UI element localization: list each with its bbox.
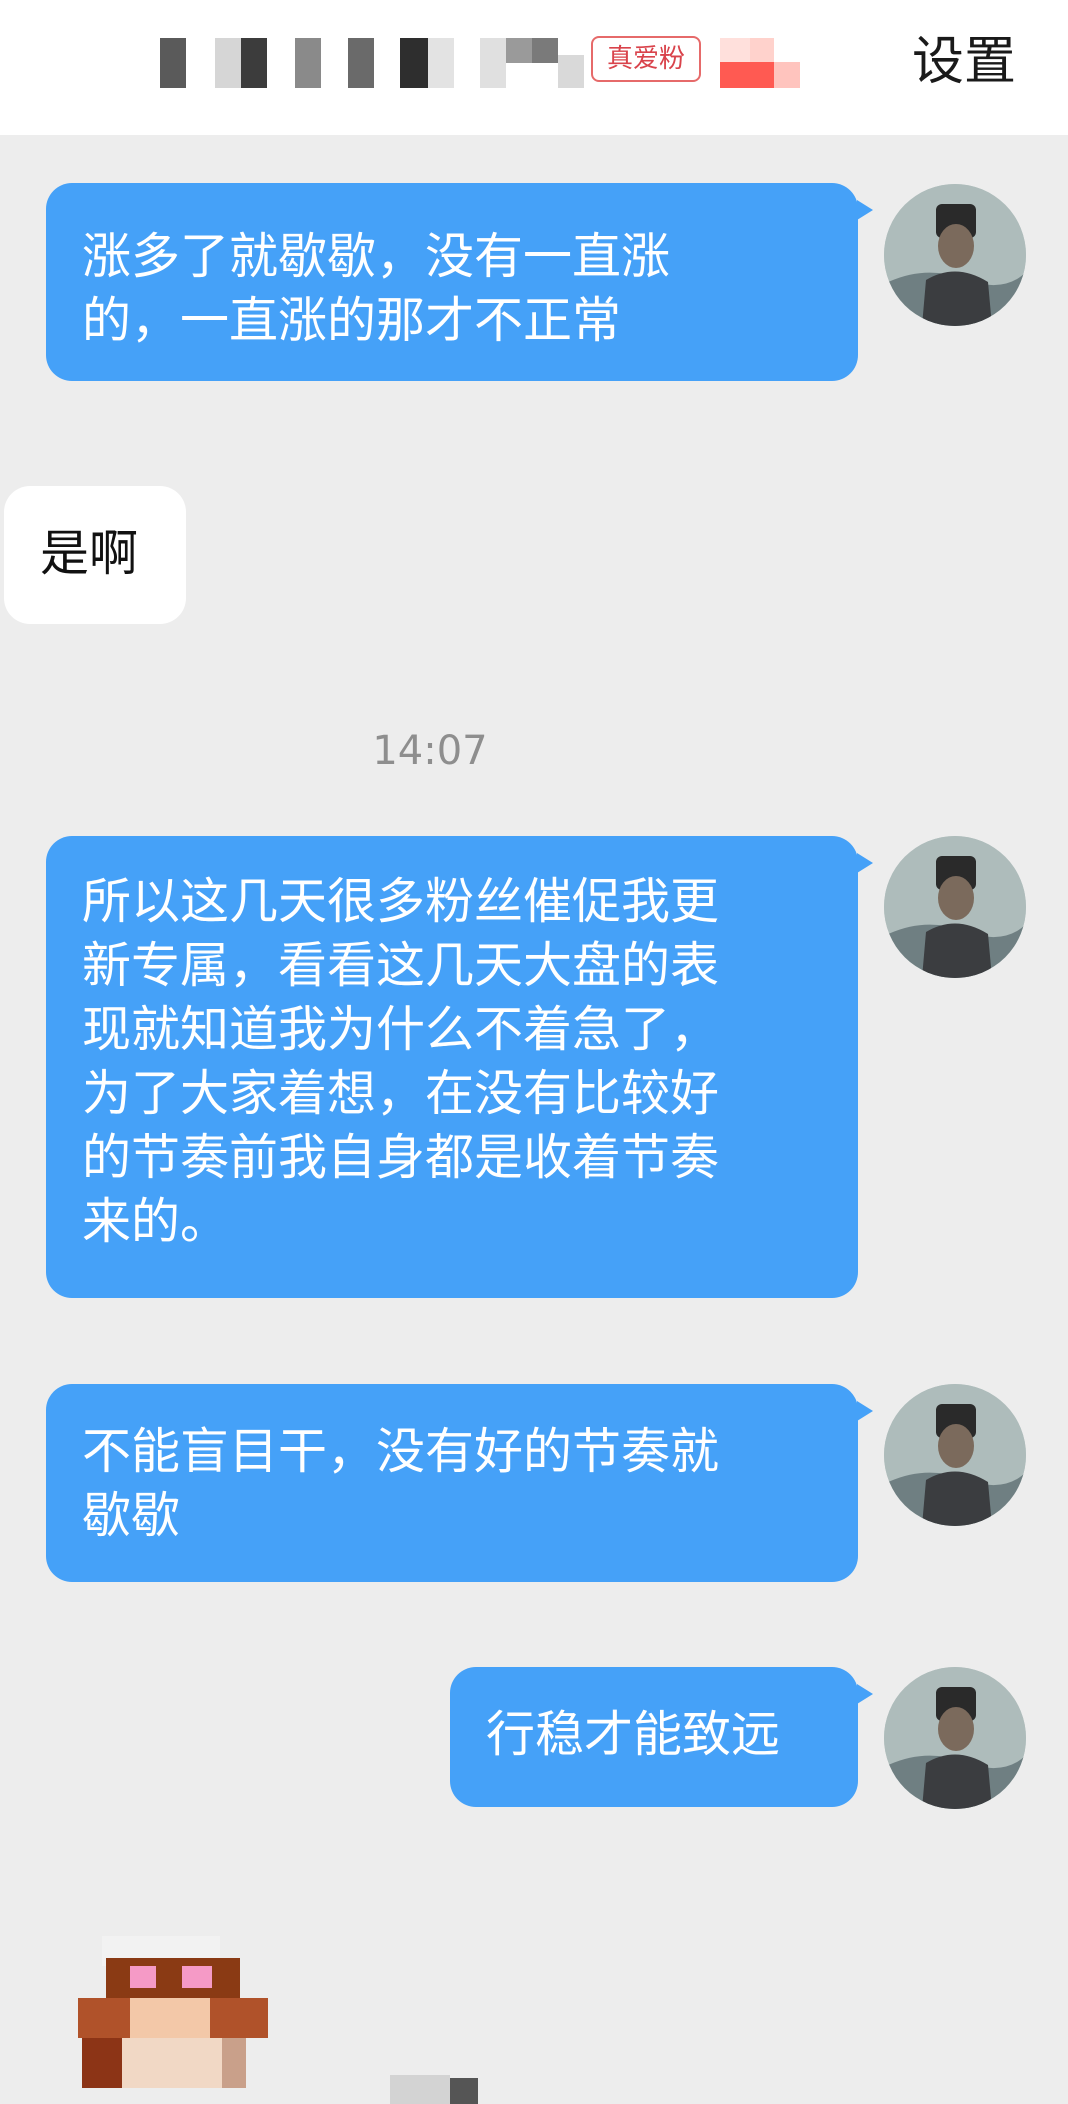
avatar-icon[interactable] xyxy=(884,184,1026,326)
message-bubble-incoming[interactable]: 是啊 xyxy=(4,486,186,624)
pixel-block xyxy=(720,62,774,88)
pixel-block xyxy=(480,38,506,88)
pixel-block xyxy=(348,38,374,88)
portrait-image xyxy=(884,1384,1026,1526)
pixel-block xyxy=(122,2038,222,2088)
pixel-block xyxy=(130,1998,210,2038)
pixel-block xyxy=(160,38,186,88)
pixel-block xyxy=(450,2078,478,2104)
bubble-tail xyxy=(857,200,873,220)
bubble-tail xyxy=(857,1684,873,1704)
sticker-icon[interactable] xyxy=(78,1936,278,2104)
chat-header: 真爱粉 设置 xyxy=(0,0,1068,135)
portrait-image xyxy=(884,184,1026,326)
bubble-tail xyxy=(857,853,873,873)
pixel-block xyxy=(295,38,321,88)
pixel-block xyxy=(400,38,428,88)
pixel-block xyxy=(774,62,800,88)
pixel-block xyxy=(215,38,241,88)
pixel-block xyxy=(82,2038,122,2088)
portrait-image xyxy=(884,1667,1026,1809)
settings-button[interactable]: 设置 xyxy=(912,28,1016,96)
message-bubble-outgoing[interactable]: 所以这几天很多粉丝催促我更 新专属，看看这几天大盘的表 现就知道我为什么不着急了… xyxy=(46,836,858,1298)
pixel-block xyxy=(390,2075,450,2104)
pixel-block xyxy=(428,38,454,88)
pixel-block xyxy=(241,38,267,88)
portrait-image xyxy=(884,836,1026,978)
avatar-icon[interactable] xyxy=(884,1667,1026,1809)
pixel-block xyxy=(720,38,750,62)
pixel-block xyxy=(222,2038,246,2088)
pixel-block xyxy=(182,1966,212,1988)
bubble-tail xyxy=(857,1401,873,1421)
message-bubble-outgoing[interactable]: 涨多了就歇歇，没有一直涨 的，一直涨的那才不正常 xyxy=(46,183,858,381)
avatar-icon[interactable] xyxy=(884,1384,1026,1526)
fan-badge: 真爱粉 xyxy=(591,36,701,82)
message-timestamp: 14:07 xyxy=(372,728,488,774)
avatar-icon[interactable] xyxy=(884,836,1026,978)
pixel-block xyxy=(750,38,774,62)
pixel-block xyxy=(558,55,584,88)
pixel-block xyxy=(106,1958,240,1998)
message-bubble-outgoing[interactable]: 不能盲目干，没有好的节奏就 歇歇 xyxy=(46,1384,858,1582)
pixel-block xyxy=(130,1966,156,1988)
pixel-block xyxy=(506,38,532,63)
message-bubble-outgoing[interactable]: 行稳才能致远 xyxy=(450,1667,858,1807)
pixel-block xyxy=(532,38,558,63)
